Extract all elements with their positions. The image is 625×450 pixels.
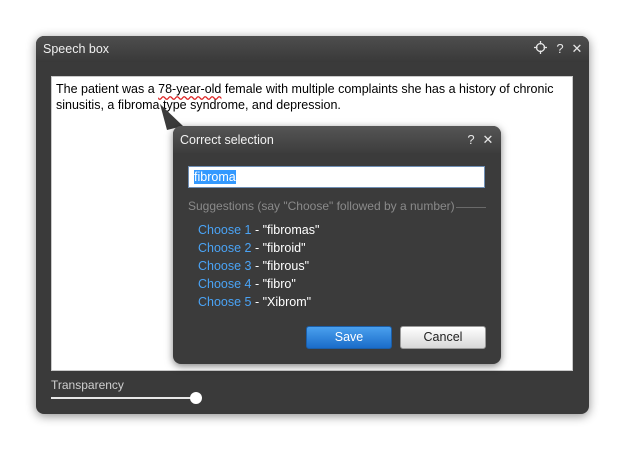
suggestion-item-2[interactable]: Choose 2 - "fibroid" — [198, 240, 306, 256]
speech-box-title: Speech box — [43, 42, 110, 56]
transparency-slider-thumb[interactable] — [190, 392, 202, 404]
suggestion-item-3[interactable]: Choose 3 - "fibrous" — [198, 258, 309, 274]
speech-box-titlebar[interactable]: Speech box ? ✕ — [36, 36, 589, 62]
suggestion-item-1[interactable]: Choose 1 - "fibromas" — [198, 222, 319, 238]
selection-input[interactable]: fibroma — [188, 166, 485, 188]
close-icon[interactable]: ✕ — [569, 40, 585, 57]
flagged-word[interactable]: 78-year-old — [158, 82, 221, 96]
help-icon[interactable]: ? — [552, 40, 568, 57]
text-segment: The patient was a — [56, 82, 159, 96]
choose-link[interactable]: Choose 5 — [198, 295, 252, 309]
transparency-label: Transparency — [51, 378, 124, 392]
dictation-text: The patient was a 78-year-old female wit… — [56, 81, 562, 113]
close-icon[interactable]: ✕ — [480, 131, 496, 148]
correct-selection-dialog: Correct selection ? ✕ fibroma Suggestion… — [173, 126, 501, 364]
correct-selection-title: Correct selection — [180, 133, 274, 147]
suggestions-header: Suggestions (say "Choose" followed by a … — [188, 199, 455, 213]
suggestion-item-5[interactable]: Choose 5 - "Xibrom" — [198, 294, 311, 310]
choose-link[interactable]: Choose 4 — [198, 277, 252, 291]
suggestion-item-4[interactable]: Choose 4 - "fibro" — [198, 276, 296, 292]
correct-selection-titlebar[interactable]: Correct selection ? ✕ — [173, 126, 501, 153]
help-icon[interactable]: ? — [463, 131, 479, 148]
choose-link[interactable]: Choose 1 — [198, 223, 252, 237]
cancel-button[interactable]: Cancel — [400, 326, 486, 349]
save-button[interactable]: Save — [306, 326, 392, 349]
suggestion-text: - "fibromas" — [251, 223, 320, 237]
choose-link[interactable]: Choose 2 — [198, 241, 252, 255]
choose-link[interactable]: Choose 3 — [198, 259, 252, 273]
transparency-slider-track[interactable] — [51, 397, 195, 399]
divider — [456, 207, 486, 208]
selected-text: fibroma — [194, 170, 236, 184]
suggestion-text: - "Xibrom" — [251, 295, 312, 309]
suggestion-text: - "fibroid" — [251, 241, 306, 255]
crosshair-icon[interactable] — [532, 40, 548, 57]
suggestion-text: - "fibro" — [251, 277, 296, 291]
suggestion-text: - "fibrous" — [251, 259, 310, 273]
